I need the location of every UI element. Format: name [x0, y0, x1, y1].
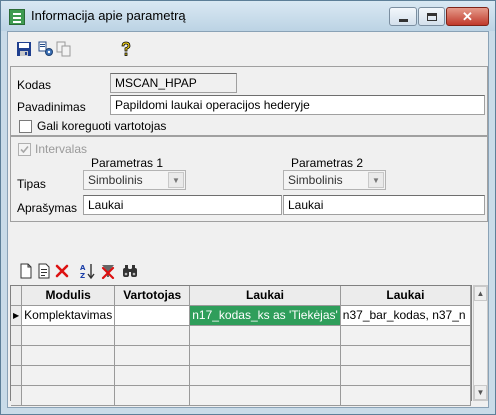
- aprasymas2-field[interactable]: Laukai: [283, 195, 485, 215]
- tipas-label: Tipas: [17, 177, 46, 191]
- empty-row: [11, 385, 472, 406]
- tipas2-select[interactable]: Simbolinis ▼: [283, 170, 386, 190]
- app-icon: [9, 9, 25, 25]
- find-icon[interactable]: [122, 263, 138, 279]
- column-header-laukai[interactable]: Laukai: [189, 286, 341, 306]
- dialog-window: Informacija apie parametrą ✕ Kodas MSCAN…: [0, 0, 496, 415]
- column-header-vartotojas[interactable]: Vartotojas: [114, 286, 191, 306]
- title-bar[interactable]: Informacija apie parametrą ✕: [1, 1, 495, 31]
- svg-text:Z: Z: [80, 272, 85, 279]
- tipas1-value: Simbolinis: [88, 173, 143, 187]
- user-editable-label: Gali koreguoti vartotojas: [37, 119, 167, 133]
- table-header-row: Modulis Vartotojas Laukai Laukai: [11, 286, 472, 306]
- chevron-down-icon: ▼: [168, 172, 184, 188]
- interval-checkbox[interactable]: [18, 143, 31, 156]
- empty-row: [11, 325, 472, 346]
- pavadinimas-label: Pavadinimas: [17, 100, 86, 114]
- svg-text:A: A: [80, 264, 86, 272]
- edit-document-icon[interactable]: [36, 263, 52, 279]
- scroll-up-icon[interactable]: ▲: [474, 286, 487, 301]
- interval-label: Intervalas: [35, 142, 88, 156]
- row-indicator-header: [11, 286, 23, 306]
- grid-vertical-scrollbar[interactable]: ▲ ▼: [473, 285, 488, 401]
- user-editable-checkbox[interactable]: [19, 120, 32, 133]
- dialog-body: Kodas MSCAN_HPAP Pavadinimas Papildomi l…: [7, 31, 489, 408]
- help-icon[interactable]: [118, 41, 134, 57]
- new-document-icon[interactable]: [18, 263, 34, 279]
- copy-settings-icon[interactable]: [38, 41, 54, 57]
- row-indicator-icon: ▶: [11, 305, 23, 326]
- minimize-icon: [398, 18, 408, 22]
- fields-grid: Modulis Vartotojas Laukai Laukai ▶ Kompl…: [10, 285, 472, 406]
- kodas-field[interactable]: MSCAN_HPAP: [110, 73, 237, 93]
- main-toolbar: [8, 32, 488, 66]
- maximize-icon: [426, 12, 437, 21]
- param2-header: Parametras 2: [291, 156, 364, 170]
- interval-panel: Intervalas Parametras 1 Parametras 2 Tip…: [10, 136, 488, 222]
- checkmark-icon: [20, 145, 29, 154]
- fields-grid-panel: A Z Modulis Vartotojas Laukai Laukai ▶ K…: [10, 256, 488, 406]
- save-icon[interactable]: [16, 41, 32, 57]
- sort-az-icon[interactable]: A Z: [80, 263, 96, 279]
- chevron-down-icon: ▼: [368, 172, 384, 188]
- general-panel: Kodas MSCAN_HPAP Pavadinimas Papildomi l…: [10, 66, 488, 136]
- scroll-down-icon[interactable]: ▼: [474, 385, 487, 400]
- column-header-modulis[interactable]: Modulis: [21, 286, 116, 306]
- window-title: Informacija apie parametrą: [31, 8, 186, 23]
- close-button[interactable]: ✕: [446, 7, 489, 26]
- table-row[interactable]: ▶ Komplektavimas n17_kodas_ks as 'Tiekėj…: [11, 305, 472, 326]
- tipas1-select[interactable]: Simbolinis ▼: [83, 170, 186, 190]
- close-icon: ✕: [462, 8, 473, 24]
- param1-header: Parametras 1: [91, 156, 164, 170]
- clear-filter-icon[interactable]: [100, 263, 116, 279]
- table-cell[interactable]: [114, 305, 191, 326]
- delete-icon[interactable]: [54, 263, 70, 279]
- column-header-laukai-2[interactable]: Laukai: [340, 286, 472, 306]
- maximize-button[interactable]: [418, 7, 445, 26]
- pavadinimas-field[interactable]: Papildomi laukai operacijos hederyje: [110, 95, 485, 115]
- empty-row: [11, 365, 472, 386]
- tipas2-value: Simbolinis: [288, 173, 343, 187]
- fields-table: Modulis Vartotojas Laukai Laukai ▶ Kompl…: [11, 286, 472, 406]
- table-cell-selected[interactable]: n17_kodas_ks as 'Tiekėjas': [189, 305, 341, 326]
- aprasymas1-field[interactable]: Laukai: [83, 195, 282, 215]
- aprasymas-label: Aprašymas: [17, 201, 78, 215]
- empty-row: [11, 345, 472, 366]
- table-cell[interactable]: Komplektavimas: [21, 305, 116, 326]
- kodas-label: Kodas: [17, 78, 52, 92]
- copy-icon[interactable]: [56, 41, 72, 57]
- minimize-button[interactable]: [389, 7, 417, 26]
- table-cell[interactable]: n37_bar_kodas, n37_n: [340, 305, 472, 326]
